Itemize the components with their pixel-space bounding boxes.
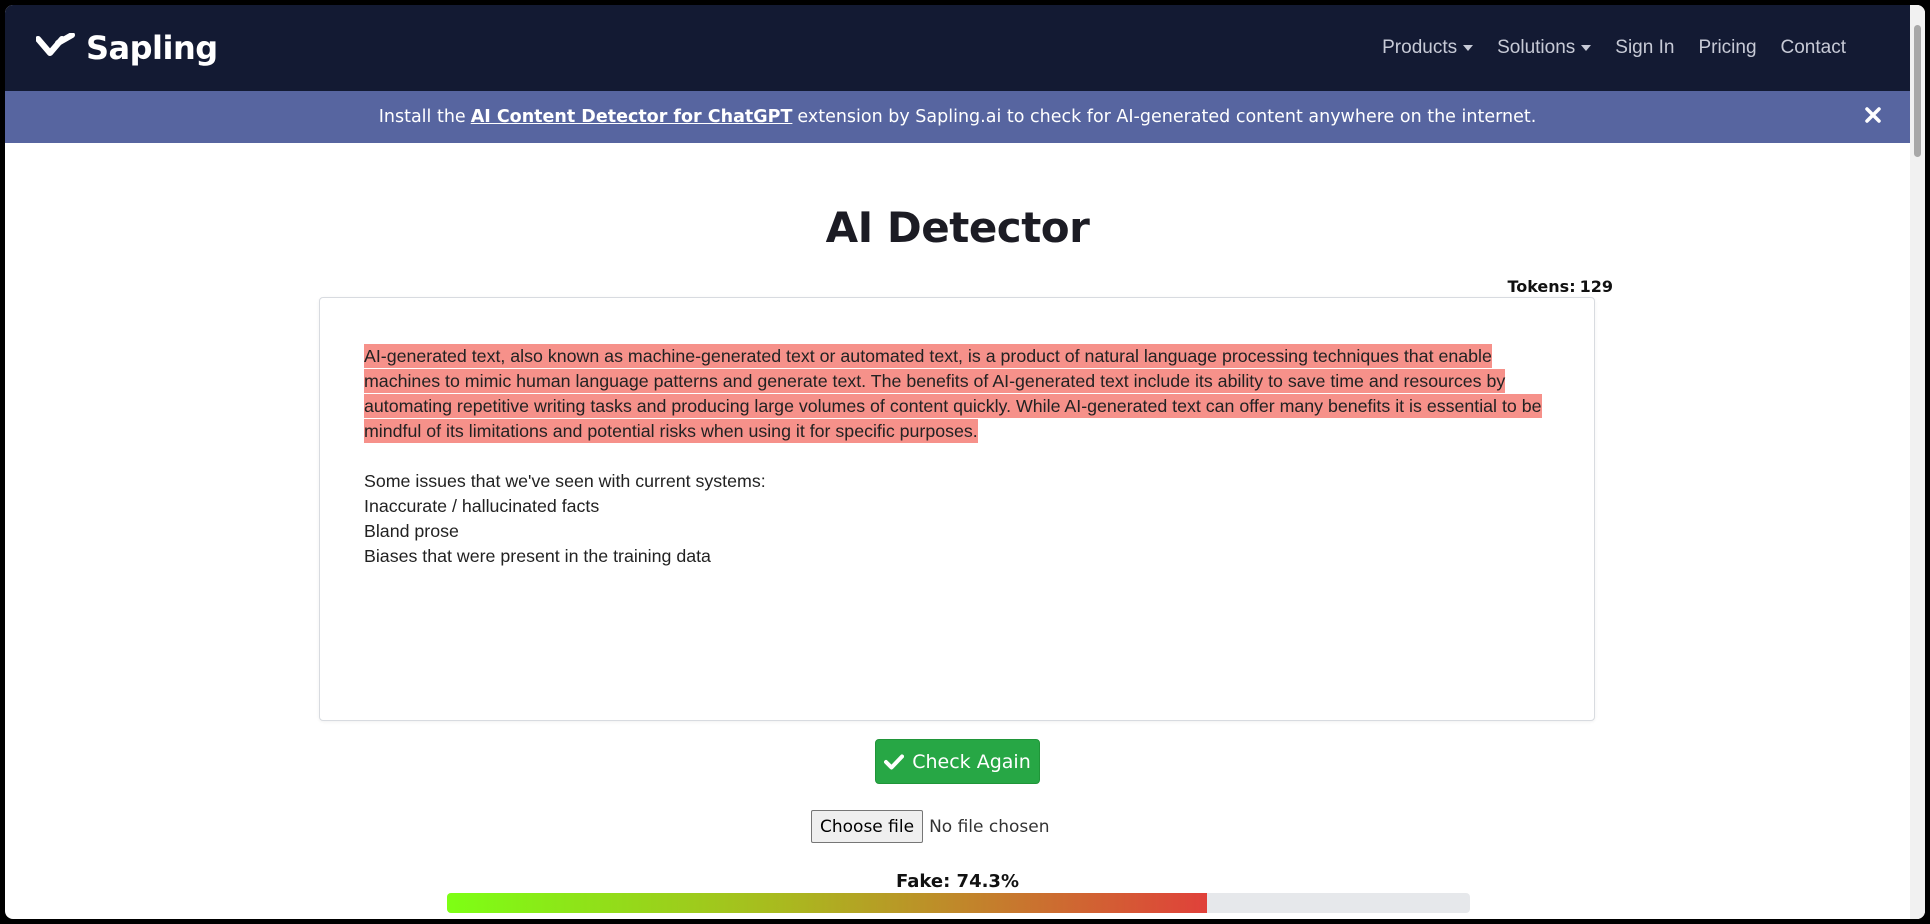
ai-highlight: AI-generated text, also known as machine… (364, 344, 1542, 443)
nav-solutions-label: Solutions (1497, 37, 1576, 58)
check-again-button[interactable]: Check Again (875, 739, 1040, 784)
editor-line: Some issues that we've seen with current… (364, 471, 766, 491)
chevron-down-icon (1581, 45, 1592, 51)
browser-window: Sapling Products Solutions Sign In Prici… (5, 5, 1925, 919)
nav-products[interactable]: Products (1370, 37, 1485, 59)
chevron-down-icon (1463, 45, 1474, 51)
fake-score-label: Fake: 74.3% (896, 871, 1019, 892)
banner-prefix: Install the (378, 107, 466, 127)
choose-file-button[interactable]: Choose file (811, 810, 924, 843)
nav-products-label: Products (1382, 37, 1458, 58)
nav-solutions[interactable]: Solutions (1485, 37, 1603, 59)
install-banner: Install the AI Content Detector for Chat… (5, 91, 1910, 143)
scrollbar-thumb[interactable] (1914, 25, 1921, 157)
nav-contact[interactable]: Contact (1769, 37, 1858, 59)
sapling-logo-icon (36, 33, 75, 56)
editor-line: Bland prose (364, 521, 459, 541)
fake-score-fill (447, 893, 1208, 913)
nav-pricing[interactable]: Pricing (1686, 37, 1768, 59)
fake-score-bar (447, 893, 1470, 913)
close-icon[interactable] (1862, 104, 1884, 126)
banner-suffix: extension by Sapling.ai to check for AI-… (797, 107, 1537, 127)
highlighted-paragraph: AI-generated text, also known as machine… (364, 344, 1550, 444)
check-again-label: Check Again (912, 750, 1031, 773)
text-editor[interactable]: AI-generated text, also known as machine… (319, 297, 1595, 721)
page-title: AI Detector (825, 203, 1090, 252)
check-icon (884, 754, 905, 769)
token-value: 129 (1579, 277, 1613, 296)
token-count: Tokens: 129 (1503, 277, 1613, 296)
file-upload: Choose file No file chosen (811, 810, 1050, 843)
token-label: Tokens: (1507, 277, 1576, 296)
top-navbar: Sapling Products Solutions Sign In Prici… (5, 5, 1910, 91)
vertical-scrollbar[interactable] (1910, 5, 1925, 919)
editor-line: Inaccurate / hallucinated facts (364, 496, 600, 516)
nav-sign-in[interactable]: Sign In (1603, 37, 1686, 59)
brand-name: Sapling (86, 29, 218, 67)
banner-extension-link[interactable]: AI Content Detector for ChatGPT (471, 107, 793, 127)
file-status: No file chosen (929, 816, 1050, 837)
editor-line: Biases that were present in the training… (364, 546, 711, 566)
brand-logo[interactable]: Sapling (36, 29, 218, 67)
nav-links: Products Solutions Sign In Pricing Conta… (1370, 37, 1858, 59)
